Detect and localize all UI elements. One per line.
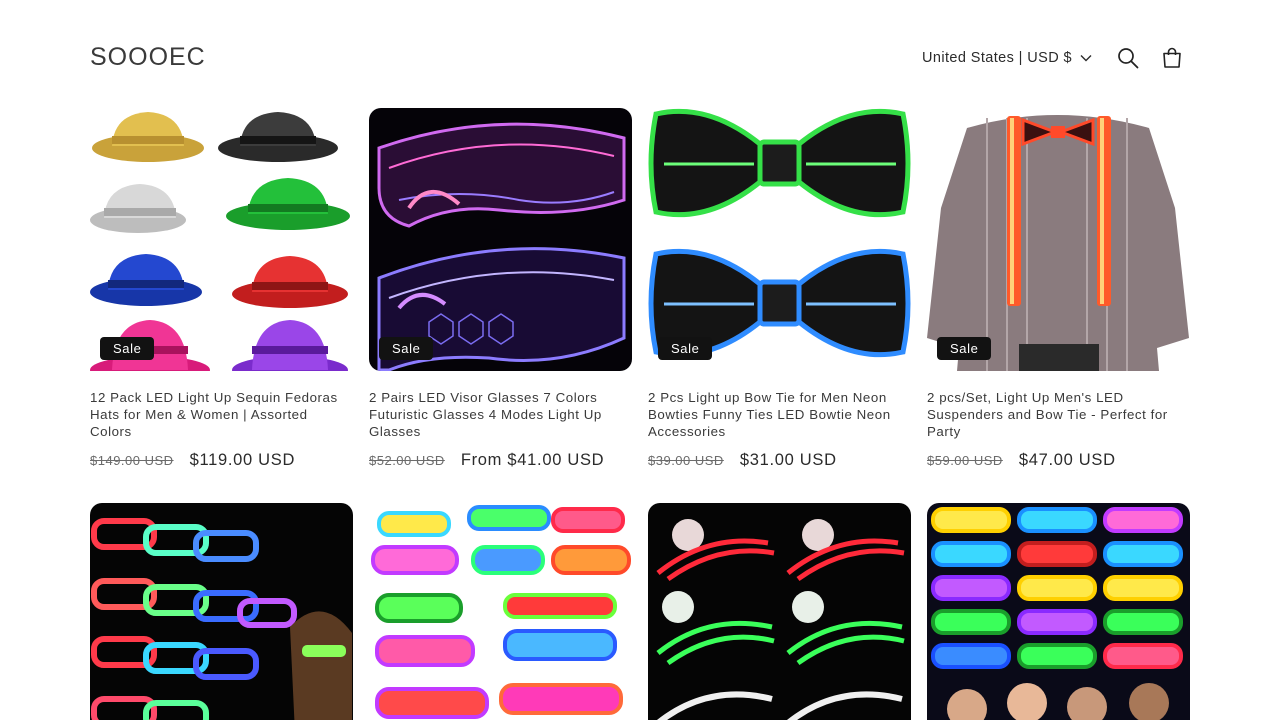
sale-price: From $41.00 USD — [460, 451, 605, 469]
sale-price: $31.00 USD — [739, 451, 837, 469]
product-image-fedoras[interactable]: Sale — [90, 108, 353, 371]
product-card[interactable] — [927, 503, 1190, 720]
regular-price: $149.00 USD — [90, 453, 174, 468]
price-row: $149.00 USD $119.00 USD — [90, 451, 353, 470]
product-image-shutter-glasses-pack[interactable] — [927, 503, 1190, 720]
product-title[interactable]: 2 Pairs LED Visor Glasses 7 Colors Futur… — [369, 389, 631, 440]
product-card[interactable]: Sale 12 Pack LED Light Up Sequin Fedoras… — [90, 108, 353, 470]
price-row: $59.00 USD $47.00 USD — [927, 451, 1190, 470]
regular-price: $59.00 USD — [927, 453, 1003, 468]
country-currency-label: United States | USD $ — [922, 50, 1072, 66]
sale-price: $119.00 USD — [189, 451, 296, 469]
price-row: $52.00 USD From $41.00 USD — [369, 451, 632, 470]
product-card[interactable] — [369, 503, 632, 720]
sale-badge: Sale — [379, 337, 434, 360]
party-glasses-image — [369, 503, 632, 720]
product-image-party-glasses[interactable] — [369, 503, 632, 720]
suspenders-image — [927, 108, 1190, 371]
sale-badge: Sale — [658, 337, 713, 360]
site-header: SOOOEC United States | USD $ — [0, 0, 1280, 108]
sale-price: $47.00 USD — [1018, 451, 1116, 469]
bow-ties-image — [648, 108, 911, 371]
product-card[interactable]: Sale 2 Pcs Light up Bow Tie for Men Neon… — [648, 108, 911, 470]
sale-badge: Sale — [100, 337, 155, 360]
regular-price: $52.00 USD — [369, 453, 445, 468]
product-title[interactable]: 2 pcs/Set, Light Up Men's LED Suspenders… — [927, 389, 1189, 440]
shutter-glasses-image — [90, 503, 353, 720]
product-card[interactable] — [648, 503, 911, 720]
led-shoelaces-image — [648, 503, 911, 720]
country-currency-selector[interactable]: United States | USD $ — [922, 50, 1092, 66]
product-image-bow-ties[interactable]: Sale — [648, 108, 911, 371]
chevron-down-icon — [1080, 55, 1092, 62]
product-image-suspenders[interactable]: Sale — [927, 108, 1190, 371]
price-row: $39.00 USD $31.00 USD — [648, 451, 911, 470]
product-title[interactable]: 12 Pack LED Light Up Sequin Fedoras Hats… — [90, 389, 352, 440]
product-title[interactable]: 2 Pcs Light up Bow Tie for Men Neon Bowt… — [648, 389, 910, 440]
fedora-hats-image — [90, 108, 353, 371]
product-image-visor-glasses[interactable]: Sale — [369, 108, 632, 371]
store-logo[interactable]: SOOOEC — [90, 43, 206, 72]
visor-glasses-image — [369, 108, 632, 371]
search-icon[interactable] — [1116, 46, 1140, 70]
sale-badge: Sale — [937, 337, 992, 360]
regular-price: $39.00 USD — [648, 453, 724, 468]
shutter-glasses-pack-image — [927, 503, 1190, 720]
product-image-shoelaces[interactable] — [648, 503, 911, 720]
product-image-shutter-glasses[interactable] — [90, 503, 353, 720]
product-card[interactable]: Sale 2 Pairs LED Visor Glasses 7 Colors … — [369, 108, 632, 470]
product-card[interactable] — [90, 503, 353, 720]
cart-icon[interactable] — [1160, 46, 1184, 70]
product-card[interactable]: Sale 2 pcs/Set, Light Up Men's LED Suspe… — [927, 108, 1190, 470]
